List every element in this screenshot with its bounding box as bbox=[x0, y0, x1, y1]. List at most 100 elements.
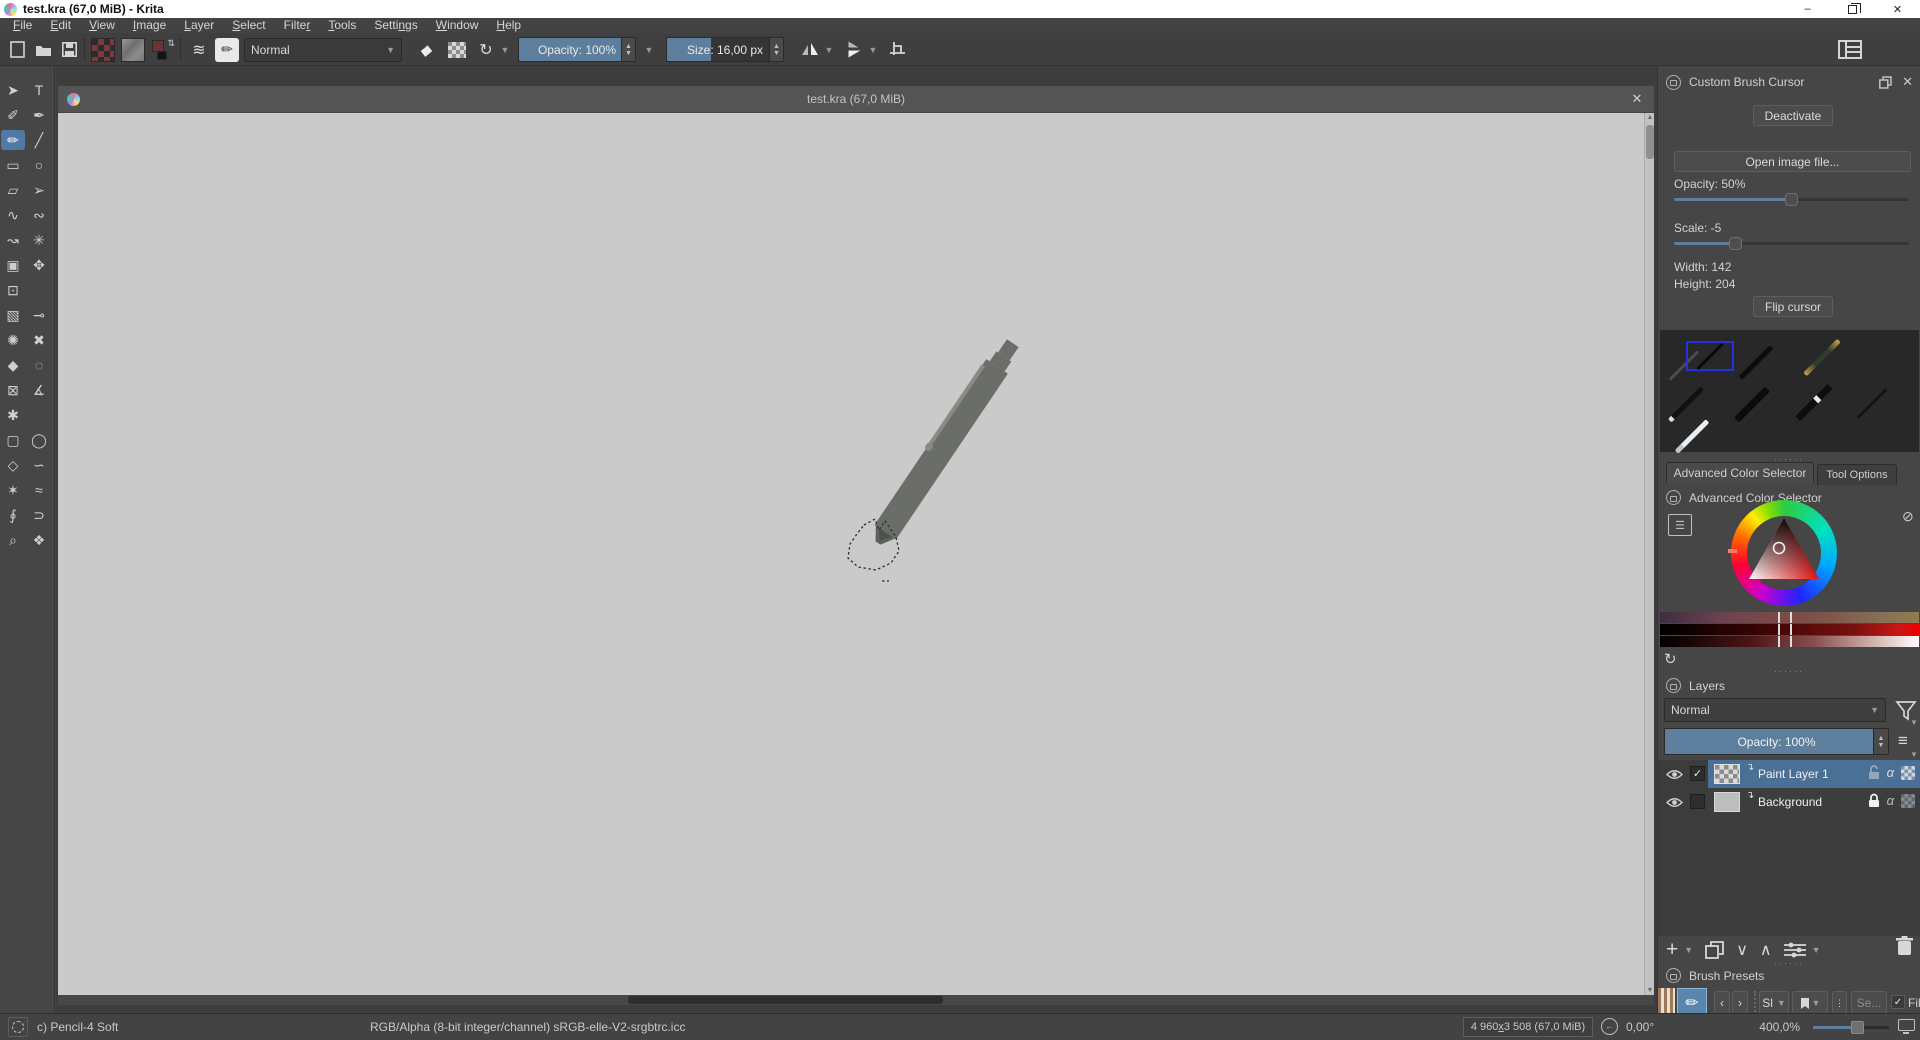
tool-similar-select[interactable]: ≈ bbox=[27, 480, 51, 500]
saturation-strip[interactable] bbox=[1660, 624, 1919, 635]
docker-lock-icon[interactable] bbox=[1666, 74, 1681, 90]
layer-alpha-icon[interactable]: α bbox=[1887, 793, 1894, 808]
tool-freehand-brush[interactable]: ✏ bbox=[1, 130, 25, 150]
docker-lock-icon[interactable] bbox=[1666, 678, 1681, 693]
subwindow-close-button[interactable]: ✕ bbox=[1628, 90, 1646, 108]
reload-dropdown-arrow[interactable]: ▼ bbox=[498, 33, 512, 66]
blend-mode-combo[interactable]: Normal ▼ bbox=[244, 38, 402, 62]
menu-item[interactable]: Help bbox=[487, 18, 530, 33]
tool-gradient[interactable]: ▧ bbox=[1, 305, 25, 325]
layer-unlocked-icon[interactable] bbox=[1868, 765, 1880, 780]
layer-row-background[interactable]: ↴ Background α bbox=[1658, 788, 1920, 816]
layer-thumbnail[interactable] bbox=[1714, 764, 1740, 784]
preset-detail-button[interactable]: ⋮ bbox=[1832, 991, 1847, 1013]
inherit-alpha-icon[interactable] bbox=[1901, 765, 1915, 780]
slider-handle[interactable] bbox=[1785, 193, 1798, 206]
menu-item[interactable]: View bbox=[80, 18, 124, 33]
next-preset-button[interactable]: › bbox=[1732, 991, 1748, 1013]
gamut-mask-off-icon[interactable]: ⊘ bbox=[1902, 508, 1914, 525]
menu-item[interactable]: Edit bbox=[41, 18, 80, 33]
brush-cursor-thumbnail[interactable] bbox=[1856, 388, 1888, 419]
zoom-slider-handle[interactable] bbox=[1851, 1021, 1864, 1034]
menu-item[interactable]: Tools bbox=[319, 18, 365, 33]
tool-polyline[interactable]: ➢ bbox=[27, 180, 51, 200]
edit-brush-settings-button[interactable]: ≋ bbox=[186, 33, 212, 66]
tab-tool-options[interactable]: Tool Options bbox=[1817, 464, 1897, 485]
mirror-horizontal-dropdown[interactable]: ▼ bbox=[822, 33, 836, 66]
color-history-refresh-icon[interactable]: ↻ bbox=[1664, 650, 1677, 668]
layer-row-paint-layer-1[interactable]: ✓ ↴ Paint Layer 1 α bbox=[1658, 760, 1920, 788]
brush-preset-chooser[interactable]: ✏ bbox=[214, 33, 240, 66]
tool-freehand-path[interactable]: ∾ bbox=[27, 205, 51, 225]
layer-name[interactable]: Background bbox=[1758, 795, 1822, 809]
canvas[interactable] bbox=[58, 113, 1654, 995]
slider-handle[interactable] bbox=[1729, 237, 1742, 250]
save-button[interactable] bbox=[58, 33, 80, 66]
minimize-button[interactable]: – bbox=[1785, 0, 1830, 18]
layer-thumbnail[interactable] bbox=[1714, 792, 1740, 812]
move-layer-up-button[interactable]: ∧ bbox=[1760, 940, 1772, 960]
tool-fill[interactable]: ◆ bbox=[1, 355, 25, 375]
filter-checkbox[interactable]: ✓ bbox=[1891, 995, 1905, 1009]
size-spinner[interactable]: ▲ ▼ bbox=[769, 38, 783, 61]
horizontal-scroll-thumb[interactable] bbox=[628, 996, 943, 1004]
brush-cursor-thumbnail[interactable] bbox=[1733, 386, 1771, 423]
brush-cursor-image-grid[interactable] bbox=[1660, 330, 1919, 454]
layer-opacity-spinner[interactable]: ▲ ▼ bbox=[1873, 729, 1888, 754]
duplicate-layer-button[interactable] bbox=[1705, 940, 1725, 960]
docker-lock-icon[interactable] bbox=[1666, 490, 1681, 505]
tool-multibrush[interactable]: ✳ bbox=[27, 230, 51, 250]
previous-preset-button[interactable]: ‹ bbox=[1714, 991, 1730, 1013]
layer-properties-dropdown[interactable]: ▼ bbox=[1812, 945, 1821, 955]
scroll-down-arrow[interactable]: ▼ bbox=[1645, 987, 1655, 994]
brush-cursor-thumbnail[interactable] bbox=[1803, 338, 1841, 377]
mirror-vertical-button[interactable] bbox=[842, 33, 866, 66]
brush-cursor-thumbnail[interactable] bbox=[1795, 383, 1833, 422]
tool-select-shapes[interactable]: ➤ bbox=[1, 80, 25, 100]
tool-edit-shapes[interactable]: ✐ bbox=[1, 105, 25, 125]
tool-smart-patch[interactable]: ✖ bbox=[27, 330, 51, 350]
current-preset-thumbnail[interactable]: ✏ bbox=[1677, 988, 1707, 1013]
tool-dynamic-brush[interactable]: ↝ bbox=[1, 230, 25, 250]
layer-visibility-icon[interactable] bbox=[1666, 797, 1683, 808]
tool-line[interactable]: ╱ bbox=[27, 130, 51, 150]
bookmark-presets-button[interactable]: ▼ bbox=[1792, 991, 1828, 1013]
brush-cursor-thumbnail[interactable] bbox=[1738, 345, 1774, 380]
layer-checkbox[interactable] bbox=[1690, 794, 1705, 809]
lightness-strip[interactable] bbox=[1660, 636, 1919, 647]
cursor-scale-slider[interactable] bbox=[1674, 236, 1909, 250]
menu-item[interactable]: Filter bbox=[275, 18, 320, 33]
zoom-slider[interactable] bbox=[1813, 1021, 1889, 1034]
layers-menu-icon[interactable]: ≡ bbox=[1898, 731, 1908, 751]
gradient-chooser[interactable] bbox=[90, 33, 116, 66]
inherit-alpha-icon[interactable] bbox=[1901, 793, 1915, 808]
cursor-opacity-slider[interactable] bbox=[1674, 192, 1909, 206]
brush-presets-header[interactable]: Brush Presets bbox=[1666, 968, 1913, 983]
brush-cursor-thumbnail[interactable] bbox=[1674, 419, 1710, 454]
tag-filter-combo[interactable]: Sl ▼ bbox=[1759, 991, 1789, 1013]
hsv-triangle[interactable] bbox=[1746, 515, 1822, 591]
preset-history-thumbnail[interactable] bbox=[1658, 988, 1675, 1013]
brush-outline-toggle[interactable] bbox=[8, 1017, 28, 1037]
fit-to-screen-button[interactable] bbox=[1898, 1019, 1915, 1034]
tool-magnetic-select[interactable]: ⊃ bbox=[27, 505, 51, 525]
hue-strip[interactable] bbox=[1660, 612, 1919, 623]
layer-opacity-slider[interactable]: Opacity: 100% ▲ ▼ bbox=[1664, 728, 1889, 755]
add-layer-button[interactable]: + bbox=[1666, 938, 1678, 962]
tool-crop[interactable]: ⊡ bbox=[1, 280, 25, 300]
layer-blend-mode-combo[interactable]: Normal ▼ bbox=[1664, 698, 1886, 722]
fg-bg-color-widget[interactable]: ⇅ bbox=[150, 33, 176, 66]
layers-menu-dropdown[interactable]: ▼ bbox=[1910, 750, 1918, 759]
open-image-file-button[interactable]: Open image file... bbox=[1674, 151, 1911, 172]
layer-properties-button[interactable] bbox=[1783, 942, 1806, 958]
tool-bezier-select[interactable]: ∮ bbox=[1, 505, 25, 525]
tool-calligraphy[interactable]: ✒ bbox=[27, 105, 51, 125]
deactivate-button[interactable]: Deactivate bbox=[1753, 105, 1833, 126]
layer-name[interactable]: Paint Layer 1 bbox=[1758, 767, 1829, 781]
pattern-chooser[interactable] bbox=[120, 33, 146, 66]
menu-item[interactable]: Image bbox=[124, 18, 175, 33]
flip-cursor-button[interactable]: Flip cursor bbox=[1753, 296, 1833, 317]
tool-freehand-select[interactable]: ∽ bbox=[27, 455, 51, 475]
subwindow-titlebar[interactable]: test.kra (67,0 MiB) ✕ bbox=[58, 86, 1654, 113]
close-docker-icon[interactable]: ✕ bbox=[1902, 74, 1913, 90]
